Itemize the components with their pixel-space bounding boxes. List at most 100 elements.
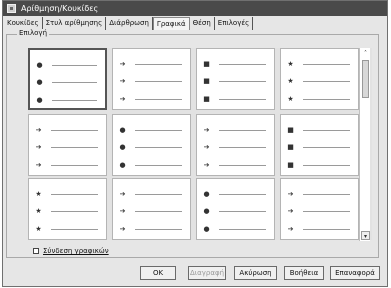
text-line-placeholder xyxy=(51,165,98,166)
text-line-placeholder xyxy=(219,165,266,166)
arrow-bullet-icon: ➔ xyxy=(203,143,210,151)
tab-numbering-style[interactable]: Στυλ αρίθμησης xyxy=(43,17,107,30)
bullet-preview-line: ➔ xyxy=(119,60,184,68)
text-line-placeholder xyxy=(135,130,182,131)
sphere-bullet-icon: ● xyxy=(203,190,210,198)
text-line-placeholder xyxy=(219,81,266,82)
star-bullet-icon: ★ xyxy=(287,77,294,85)
tab-outline[interactable]: Διάρθρωση xyxy=(106,17,153,30)
bullet-preview-line: ➔ xyxy=(119,77,184,85)
star-bullet-icon: ★ xyxy=(35,225,42,233)
bullet-preview-line: ➔ xyxy=(119,226,184,233)
star-bullet-icon: ★ xyxy=(287,95,294,103)
link-graphics-option[interactable]: Σύνδεση γραφικών xyxy=(33,246,109,256)
bullet-style-cell[interactable]: ➔ ➔ ➔ xyxy=(112,48,191,110)
scroll-up-arrow-icon[interactable]: ˄ xyxy=(361,49,370,58)
cube-bullet-icon: ■ xyxy=(203,77,210,85)
graphics-bullet-grid: ● ● ● ➔ ➔ ➔ ■ ■ ■ ★ ★ ★ ➔ ➔ ➔ ● ● ● ➔ ➔ ➔ ■ ■ ■ ★ ★ ★ ➔ ➔ ➔ ● ● ● ➔ ➔ ➔ xyxy=(28,48,372,240)
arrow-bullet-icon: ➔ xyxy=(119,77,126,85)
arrow-bullet-icon: ➔ xyxy=(119,190,126,198)
text-line-placeholder xyxy=(219,229,266,230)
bullet-style-cell[interactable]: ★ ★ ★ xyxy=(28,178,107,240)
bullet-preview-line: ● xyxy=(203,190,268,198)
bullet-preview-line: ● xyxy=(203,226,268,233)
app-icon xyxy=(7,4,16,13)
bullet-style-cell[interactable]: ● ● ● xyxy=(28,48,107,110)
text-line-placeholder xyxy=(303,147,350,148)
sphere-bullet-icon: ● xyxy=(119,143,126,151)
text-line-placeholder xyxy=(135,194,182,195)
text-line-placeholder xyxy=(135,81,182,82)
scroll-thumb[interactable] xyxy=(362,60,369,98)
cancel-button[interactable]: Ακύρωση xyxy=(234,266,277,280)
bullet-preview-line: ● xyxy=(36,79,99,86)
bullet-preview-line: ➔ xyxy=(119,96,184,103)
arrow-bullet-icon: ➔ xyxy=(35,143,42,151)
bullet-style-cell[interactable]: ➔ ➔ ➔ xyxy=(28,114,107,176)
text-line-placeholder xyxy=(51,130,98,131)
arrow-bullet-icon: ➔ xyxy=(287,190,294,198)
bullet-style-cell[interactable]: ● ● ● xyxy=(112,114,191,176)
text-line-placeholder xyxy=(303,64,350,65)
bullet-style-cell[interactable]: ★ ★ ★ xyxy=(280,48,359,110)
title-bar: Αρίθμηση/Κουκίδες xyxy=(3,1,387,16)
sphere-bullet-icon: ● xyxy=(119,126,126,134)
text-line-placeholder xyxy=(219,194,266,195)
star-bullet-icon: ★ xyxy=(35,207,42,215)
bullet-preview-line: ● xyxy=(203,207,268,215)
bullet-preview-line: ● xyxy=(119,143,184,151)
text-line-placeholder xyxy=(219,64,266,65)
delete-button[interactable]: Διαγραφή xyxy=(188,266,226,280)
tab-options[interactable]: Επιλογές xyxy=(215,17,254,30)
bullet-style-cell[interactable]: ➔ ➔ ➔ xyxy=(112,178,191,240)
bullet-style-cell[interactable]: ■ ■ ■ xyxy=(196,48,275,110)
text-line-placeholder xyxy=(135,99,182,100)
bullet-style-cell[interactable]: ● ● ● xyxy=(196,178,275,240)
bullet-preview-line: ■ xyxy=(203,96,268,103)
text-line-placeholder xyxy=(219,211,266,212)
text-line-placeholder xyxy=(303,99,350,100)
bullet-preview-line: ★ xyxy=(35,225,100,233)
scroll-down-arrow-icon[interactable]: ▾ xyxy=(361,231,370,240)
bullet-preview-line: ➔ xyxy=(203,127,268,134)
help-button[interactable]: Βοήθεια xyxy=(284,266,324,280)
bullet-style-cell[interactable]: ■ ■ ■ xyxy=(280,114,359,176)
sphere-bullet-icon: ● xyxy=(203,207,210,215)
bullet-style-cell[interactable]: ➔ ➔ ➔ xyxy=(280,178,359,240)
bullet-preview-line: ■ xyxy=(287,162,352,169)
tab-graphics[interactable]: Γραφικά xyxy=(152,17,190,30)
arrow-bullet-icon: ➔ xyxy=(35,161,42,169)
text-line-placeholder xyxy=(303,81,350,82)
cube-bullet-icon: ■ xyxy=(287,143,294,151)
tab-position[interactable]: Θέση xyxy=(190,17,215,30)
text-line-placeholder xyxy=(52,100,97,101)
bullet-preview-line: ➔ xyxy=(35,143,100,151)
bullet-style-cell[interactable]: ➔ ➔ ➔ xyxy=(196,114,275,176)
text-line-placeholder xyxy=(303,194,350,195)
bullet-preview-line: ■ xyxy=(287,126,352,134)
star-bullet-icon: ★ xyxy=(287,60,294,68)
text-line-placeholder xyxy=(51,194,98,195)
cube-bullet-icon: ■ xyxy=(287,126,294,134)
bullet-preview-line: ★ xyxy=(287,60,352,68)
bullet-preview-line: ■ xyxy=(203,77,268,85)
arrow-bullet-icon: ➔ xyxy=(287,225,294,233)
arrow-bullet-icon: ➔ xyxy=(119,60,126,68)
reset-button[interactable]: Επαναφορά xyxy=(330,266,380,280)
selection-group-label: Επιλογή xyxy=(17,29,50,37)
grid-scrollbar[interactable]: ˄ ▾ xyxy=(359,48,370,241)
bullet-preview-line: ➔ xyxy=(35,161,100,169)
ok-button[interactable]: OK xyxy=(140,266,176,280)
bullet-preview-line: ■ xyxy=(203,61,268,68)
sphere-bullet-icon: ● xyxy=(119,161,126,169)
bullet-preview-line: ■ xyxy=(287,143,352,151)
link-graphics-checkbox[interactable] xyxy=(33,248,39,254)
arrow-bullet-icon: ➔ xyxy=(119,207,126,215)
text-line-placeholder xyxy=(219,99,266,100)
text-line-placeholder xyxy=(51,229,98,230)
text-line-placeholder xyxy=(135,165,182,166)
bullet-preview-line: ➔ xyxy=(119,190,184,198)
text-line-placeholder xyxy=(51,147,98,148)
text-line-placeholder xyxy=(135,229,182,230)
text-line-placeholder xyxy=(135,64,182,65)
